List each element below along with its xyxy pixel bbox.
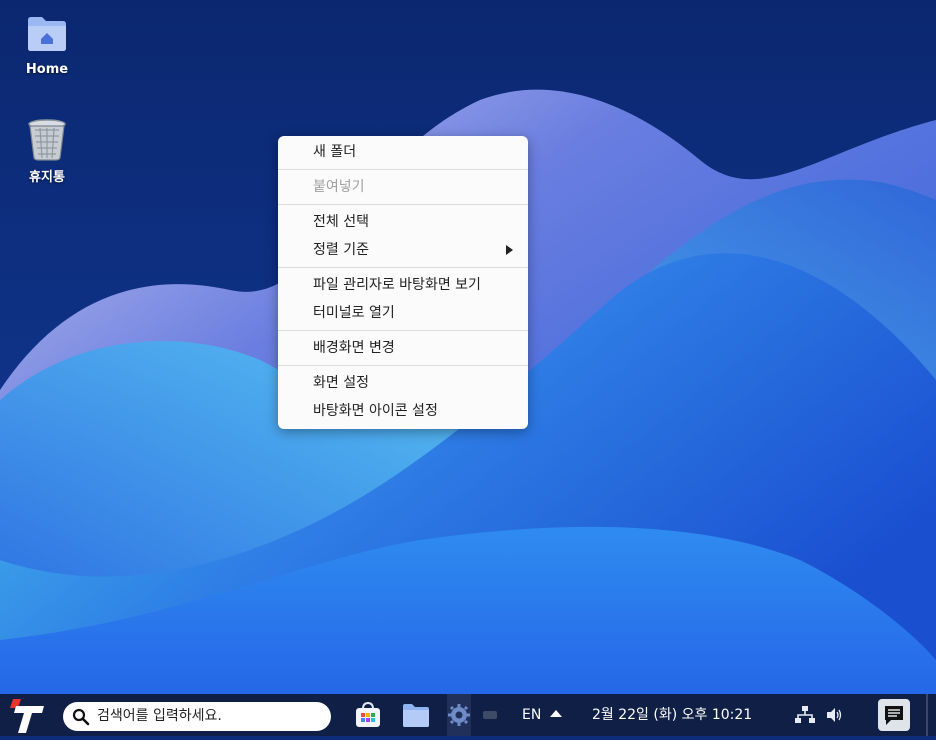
menu-item-display-settings[interactable]: 화면 설정	[278, 369, 528, 397]
file-manager-icon	[403, 704, 429, 727]
volume-icon[interactable]	[826, 707, 844, 723]
search-box[interactable]: 검색어를 입력하세요.	[63, 702, 331, 731]
taskbar-settings[interactable]	[447, 694, 471, 736]
search-placeholder: 검색어를 입력하세요.	[97, 708, 222, 724]
desktop-icon-label: 휴지통	[29, 170, 65, 185]
taskbar: 검색어를 입력하세요. EN 2월 22일 (화) 오후 10:21	[0, 694, 936, 736]
clock[interactable]: 2월 22일 (화) 오후 10:21	[592, 694, 752, 736]
start-logo-icon	[10, 699, 44, 733]
desktop-context-menu: 새 폴더 붙여넣기 전체 선택 정렬 기준 파일 관리자로 바탕화면 보기 터미…	[278, 136, 528, 429]
menu-separator	[278, 267, 528, 268]
submenu-arrow-icon	[506, 245, 513, 255]
menu-item-sort-by[interactable]: 정렬 기준	[278, 236, 528, 264]
menu-item-select-all[interactable]: 전체 선택	[278, 208, 528, 236]
desktop-icon-label: Home	[25, 62, 69, 77]
home-folder-icon	[25, 14, 69, 58]
app-store-icon	[356, 701, 380, 727]
notification-button[interactable]	[878, 699, 910, 731]
menu-item-label: 정렬 기준	[313, 242, 369, 258]
desktop-icon-home[interactable]: Home	[7, 14, 87, 77]
menu-item-change-wallpaper[interactable]: 배경화면 변경	[278, 334, 528, 362]
network-icon[interactable]	[795, 706, 815, 724]
menu-item-open-in-file-manager[interactable]: 파일 관리자로 바탕화면 보기	[278, 271, 528, 299]
menu-item-paste: 붙여넣기	[313, 179, 365, 195]
trash-icon	[25, 118, 69, 162]
keyboard-indicator-icon[interactable]	[483, 711, 497, 719]
chat-icon	[885, 706, 903, 725]
menu-separator	[278, 365, 528, 366]
taskbar-app-store[interactable]	[353, 700, 383, 730]
search-icon	[72, 708, 90, 726]
menu-separator	[278, 204, 528, 205]
settings-icon	[448, 704, 470, 726]
input-method-label: EN	[522, 707, 542, 723]
menu-separator	[278, 169, 528, 170]
caret-up-icon	[549, 710, 562, 717]
menu-item-desktop-icon-settings[interactable]: 바탕화면 아이콘 설정	[278, 397, 528, 425]
start-menu-button[interactable]	[8, 696, 46, 734]
taskbar-file-manager[interactable]	[401, 700, 431, 730]
input-method-indicator[interactable]: EN	[522, 694, 562, 736]
menu-separator	[278, 330, 528, 331]
desktop-icon-trash[interactable]: 휴지통	[7, 118, 87, 185]
menu-item-open-terminal[interactable]: 터미널로 열기	[278, 299, 528, 327]
menu-item-new-folder[interactable]: 새 폴더	[278, 138, 528, 166]
show-desktop-edge[interactable]	[926, 694, 928, 736]
